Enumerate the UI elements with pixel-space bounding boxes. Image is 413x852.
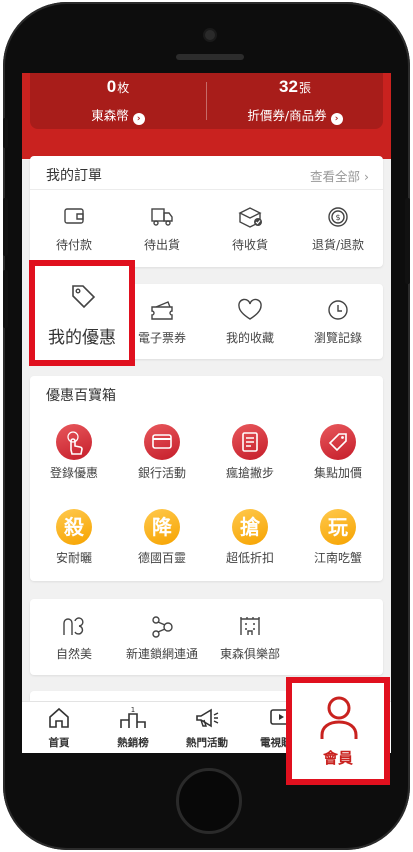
deal-register-label: 登錄優惠 [49, 466, 98, 480]
my-coupons-highlight[interactable]: 我的優惠 [29, 260, 135, 366]
tap-finger-icon [56, 424, 92, 460]
coupons-value: 32 [279, 77, 298, 96]
order-pending-payment[interactable]: 待付款 [30, 204, 118, 253]
quick-history-label: 瀏覽記錄 [313, 331, 362, 345]
deal-register[interactable]: 登錄優惠 [30, 424, 118, 481]
points-label: 東森幣 [91, 108, 129, 123]
podium-icon: 1 [120, 706, 146, 728]
volume-up-button [3, 198, 8, 256]
wallet-icon [64, 208, 84, 224]
deal-brand-2[interactable]: 降 德國百靈 [118, 509, 206, 566]
app-screen: 0枚 東森幣 › 32張 折價券/商品券 › 我的訂單 查看全部 › 待付款 待… [22, 73, 391, 753]
earpiece-speaker [176, 54, 244, 60]
deal-brand-3[interactable]: 搶 超低折扣 [206, 509, 294, 566]
deal-brand-4-label: 江南吃蟹 [313, 551, 362, 565]
grab-badge-icon: 搶 [232, 509, 268, 545]
nav-home-label: 首頁 [48, 737, 70, 749]
order-pending-payment-label: 待付款 [55, 238, 92, 252]
home-icon [49, 707, 69, 728]
svg-text:$: $ [335, 213, 340, 222]
view-all-link[interactable]: 查看全部 › [310, 166, 369, 185]
order-returns-label: 退貨/退款 [311, 238, 365, 252]
order-pending-receipt-label: 待收貨 [231, 238, 268, 252]
deal-bank-label: 銀行活動 [137, 466, 186, 480]
power-button [405, 198, 410, 284]
volume-down-button [3, 270, 8, 328]
partner-network-label: 新連鎖網連通 [125, 647, 198, 661]
deal-tips-label: 瘋搶撇步 [225, 466, 274, 480]
notebook-icon [232, 424, 268, 460]
deals-card: 優惠百寶箱 登錄優惠 銀行活動 瘋搶撇步 集點加價 殺 安耐曬 降 德國百靈 搶… [30, 376, 383, 581]
refund-coin-icon: $ [328, 207, 348, 227]
coupons-summary[interactable]: 32張 折價券/商品券 › [207, 73, 383, 129]
orders-title: 我的訂單 [46, 168, 102, 184]
tag-icon [72, 285, 96, 309]
partner-natural-beauty-label: 自然美 [55, 647, 92, 661]
points-summary[interactable]: 0枚 東森幣 › [30, 73, 206, 129]
coupons-unit: 張 [298, 81, 311, 95]
sale-badge-icon: 殺 [56, 509, 92, 545]
deal-brand-4[interactable]: 玩 江南吃蟹 [294, 509, 382, 566]
megaphone-icon [196, 708, 219, 728]
order-pending-receipt[interactable]: 待收貨 [206, 204, 294, 253]
nav-member-label: 會員 [322, 749, 353, 767]
n3-logo-icon [63, 617, 84, 635]
credit-card-icon [144, 424, 180, 460]
deal-brand-2-label: 德國百靈 [137, 551, 186, 565]
heart-icon [238, 298, 262, 320]
deal-brand-1[interactable]: 殺 安耐曬 [30, 509, 118, 566]
chevron-right-icon: › [132, 113, 145, 125]
chevron-right-icon: › [330, 113, 343, 125]
partner-network[interactable]: 新連鎖網連通 [118, 613, 206, 662]
network-icon [152, 616, 173, 638]
svg-text:1: 1 [131, 706, 135, 714]
points-value: 0 [106, 77, 117, 96]
deals-title: 優惠百寶箱 [46, 388, 116, 404]
partners-card: 自然美 新連鎖網連通 東森俱樂部 [30, 599, 383, 675]
wallet-summary: 0枚 東森幣 › 32張 折價券/商品券 › [30, 73, 383, 129]
deal-tips[interactable]: 瘋搶撇步 [206, 424, 294, 481]
nav-bestsellers[interactable]: 1 熱銷榜 [96, 706, 170, 750]
nav-bestsellers-label: 熱銷榜 [117, 737, 149, 749]
orders-header: 我的訂單 查看全部 › [30, 156, 383, 190]
points-unit: 枚 [117, 81, 130, 95]
order-returns[interactable]: $ 退貨/退款 [294, 204, 382, 253]
silent-switch [3, 118, 8, 148]
play-badge-icon: 玩 [320, 509, 356, 545]
deal-brand-1-label: 安耐曬 [55, 551, 92, 565]
my-coupons-label: 我的優惠 [48, 328, 116, 348]
quick-favorites-label: 我的收藏 [225, 331, 274, 345]
order-pending-shipment[interactable]: 待出貨 [118, 204, 206, 253]
deals-header: 優惠百寶箱 [30, 376, 383, 410]
price-drop-badge-icon: 降 [144, 509, 180, 545]
orders-card: 我的訂單 查看全部 › 待付款 待出貨 待收貨 $ 退貨/退款 [30, 156, 383, 267]
deal-bank[interactable]: 銀行活動 [118, 424, 206, 481]
building-icon [240, 617, 260, 635]
nav-events-label: 熱門活動 [186, 737, 228, 749]
truck-icon [151, 208, 173, 226]
nav-member[interactable]: 會員 [286, 677, 390, 785]
front-camera [205, 30, 215, 40]
partner-natural-beauty[interactable]: 自然美 [30, 613, 118, 662]
coupons-label: 折價券/商品券 [247, 108, 327, 123]
partner-club[interactable]: 東森俱樂部 [206, 613, 294, 662]
nav-home[interactable]: 首頁 [22, 706, 96, 750]
clock-icon [328, 300, 348, 320]
deal-points[interactable]: 集點加價 [294, 424, 382, 481]
deal-points-label: 集點加價 [313, 466, 362, 480]
partner-club-label: 東森俱樂部 [219, 647, 280, 661]
deal-brand-3-label: 超低折扣 [225, 551, 274, 565]
price-tag-icon [320, 424, 356, 460]
person-icon [320, 696, 358, 739]
order-pending-shipment-label: 待出貨 [143, 238, 180, 252]
quick-favorites[interactable]: 我的收藏 [206, 297, 294, 346]
quick-history[interactable]: 瀏覽記錄 [294, 297, 382, 346]
home-button[interactable] [176, 768, 242, 834]
box-check-icon [238, 207, 262, 228]
nav-events[interactable]: 熱門活動 [170, 706, 244, 750]
